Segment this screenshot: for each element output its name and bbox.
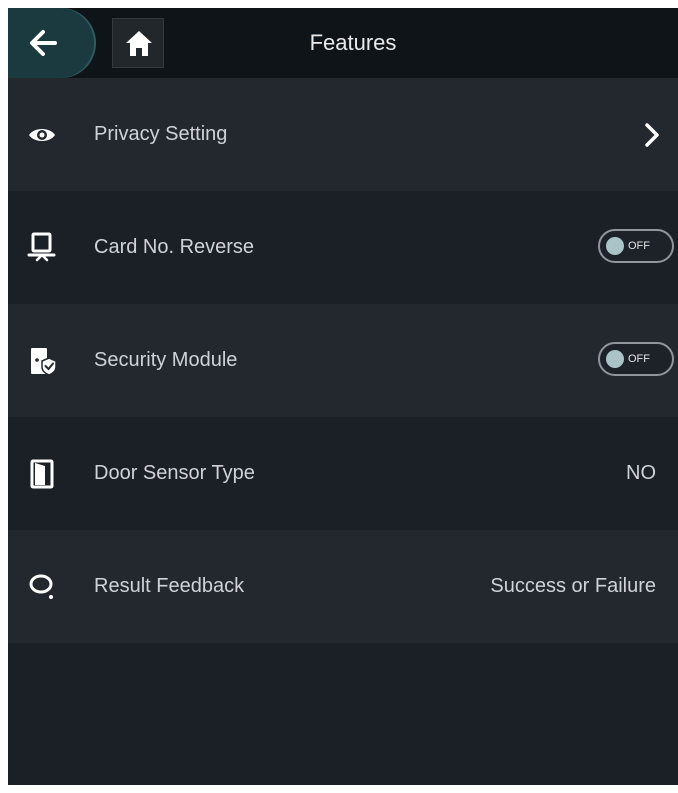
privacy-setting-label: Privacy Setting (94, 123, 228, 145)
result-feedback-label: Result Feedback (94, 575, 245, 597)
door-sensor-type-row[interactable]: Door Sensor Type NO (8, 417, 678, 530)
toggle-state: OFF (628, 240, 650, 252)
features-screen: Features Privacy Setting Card No. Revers… (8, 8, 678, 785)
security-module-row: Security Module OFF (8, 304, 678, 417)
card-reader-icon (27, 232, 56, 262)
toggle-state: OFF (628, 353, 650, 365)
card-no-reverse-label: Card No. Reverse (94, 236, 255, 258)
door-icon (30, 459, 54, 489)
door-sensor-type-value: NO (626, 462, 656, 484)
door-sensor-type-label: Door Sensor Type (94, 462, 255, 484)
header-bar: Features (8, 8, 678, 78)
chevron-right-icon[interactable] (644, 122, 660, 148)
card-no-reverse-toggle[interactable]: OFF (598, 229, 674, 263)
security-module-icon (31, 348, 57, 376)
page-title: Features (309, 30, 397, 55)
result-feedback-value: Success or Failure (490, 575, 656, 597)
toggle-knob (606, 237, 624, 255)
privacy-setting-row[interactable]: Privacy Setting (8, 78, 678, 191)
eye-icon (29, 129, 55, 141)
toggle-knob (606, 350, 624, 368)
feedback-icon (29, 574, 53, 599)
features-list: Privacy Setting Card No. Reverse OFF Sec… (8, 78, 678, 643)
security-module-label: Security Module (94, 349, 238, 371)
security-module-toggle[interactable]: OFF (598, 342, 674, 376)
card-no-reverse-row: Card No. Reverse OFF (8, 191, 678, 304)
empty-area (8, 643, 678, 785)
result-feedback-row[interactable]: Result Feedback Success or Failure (8, 530, 678, 643)
